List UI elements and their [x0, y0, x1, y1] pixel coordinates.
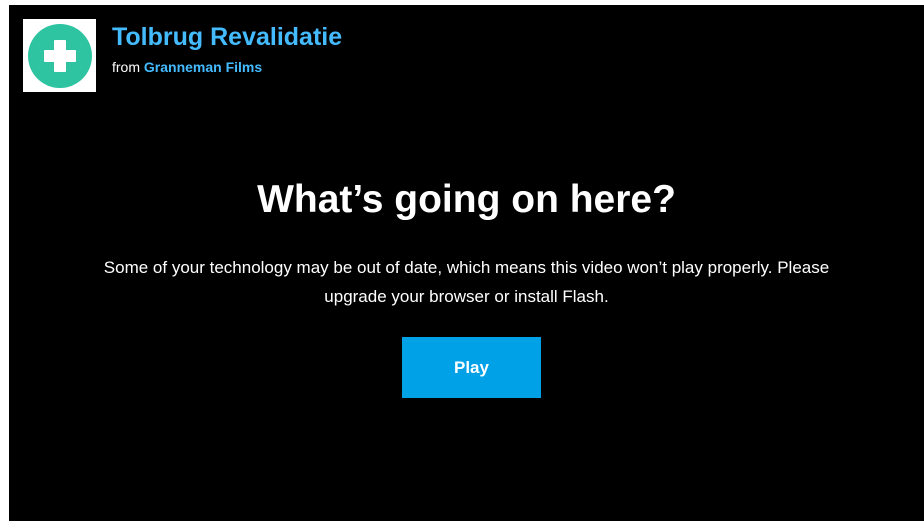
message-explanation: Some of your technology may be out of da…: [103, 258, 830, 306]
byline-prefix: from: [112, 59, 140, 75]
video-title[interactable]: Tolbrug Revalidatie: [112, 22, 342, 52]
message-heading: What’s going on here?: [257, 178, 676, 221]
header-titles: Tolbrug Revalidatie from Granneman Films: [112, 22, 342, 76]
video-player: Tolbrug Revalidatie from Granneman Films…: [9, 5, 924, 521]
owner-portrait[interactable]: [23, 19, 96, 92]
plus-circle-icon: [27, 23, 92, 88]
video-header: Tolbrug Revalidatie from Granneman Films: [23, 19, 342, 92]
outdated-message: What’s going on here? Some of your techn…: [9, 175, 924, 311]
byline: from Granneman Films: [112, 58, 342, 76]
owner-link[interactable]: Granneman Films: [144, 59, 262, 75]
play-button[interactable]: Play: [402, 337, 541, 398]
